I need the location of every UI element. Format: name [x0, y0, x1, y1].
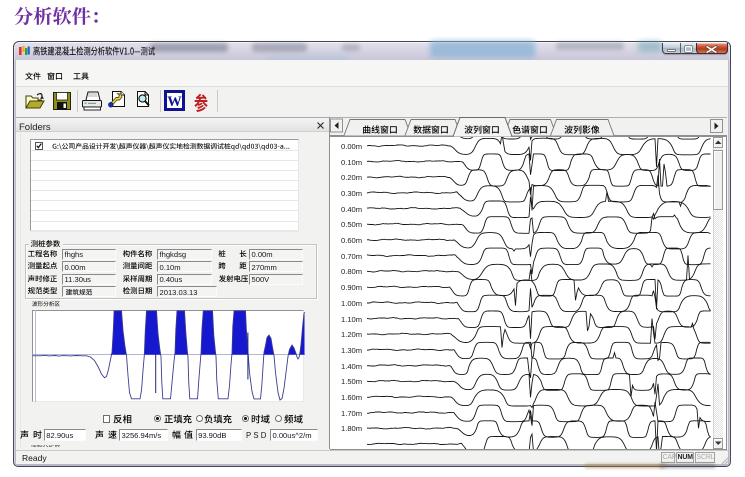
- svg-text:W: W: [167, 94, 182, 110]
